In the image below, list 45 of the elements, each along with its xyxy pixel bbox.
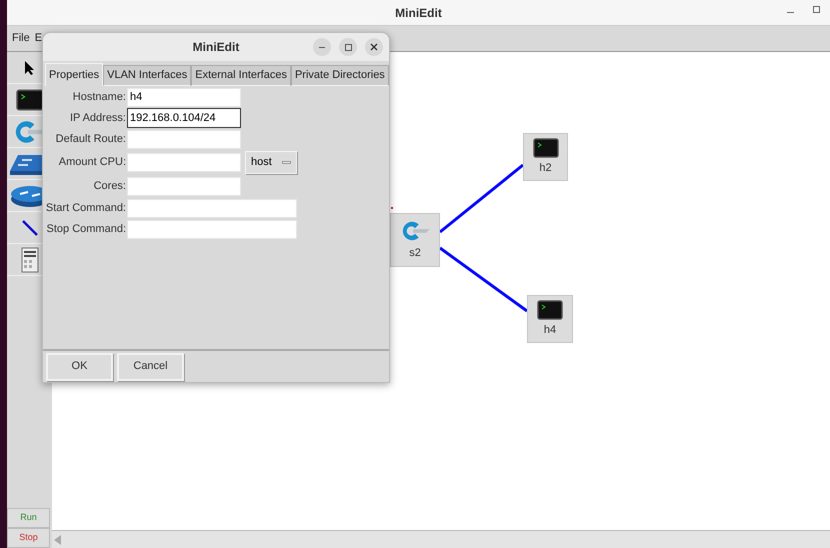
field-label: Stop Command: [46, 222, 127, 237]
node-label: h4 [544, 322, 556, 338]
close-icon [370, 43, 378, 51]
menu-item[interactable]: File [12, 30, 30, 47]
text-field[interactable] [127, 198, 297, 218]
tab[interactable]: Private Directories [290, 65, 389, 86]
close-button[interactable] [365, 38, 383, 56]
menu-item[interactable]: E [34, 30, 42, 47]
option-menu[interactable]: host [245, 151, 297, 174]
tab[interactable]: External Interfaces [191, 65, 291, 86]
switch-node[interactable]: s2 [390, 213, 440, 267]
line-icon [20, 218, 38, 236]
dialog-button[interactable]: OK [46, 352, 113, 380]
terminal-icon [16, 88, 44, 110]
node-label: h2 [539, 160, 552, 176]
field-label: Start Command: [44, 200, 127, 216]
field-label: Hostname: [72, 90, 127, 105]
field-label: Cores: [92, 179, 127, 194]
scroll-left-icon[interactable] [54, 534, 61, 544]
option-indicator-icon [282, 161, 291, 164]
maximize-icon[interactable] [813, 6, 820, 13]
pointer-icon [24, 60, 36, 76]
node-label: s2 [409, 246, 421, 261]
dialog-button[interactable]: Cancel [117, 352, 184, 380]
field-label: Amount CPU: [58, 155, 127, 170]
window-title: MiniEdit [395, 4, 442, 22]
text-field[interactable]: h4 [127, 88, 241, 106]
field-label: IP Address: [68, 110, 127, 126]
text-field[interactable] [127, 153, 241, 172]
text-field[interactable]: 192.168.0.104/24 [127, 108, 241, 128]
host-node[interactable]: h4 [527, 295, 573, 343]
scrollbar[interactable] [52, 530, 830, 548]
server-icon [20, 246, 38, 272]
tab[interactable]: VLAN Interfaces [103, 65, 192, 86]
stop-button[interactable]: Stop [7, 528, 50, 548]
text-field[interactable] [127, 130, 241, 148]
text-field[interactable] [127, 220, 297, 238]
terminal-icon [532, 138, 558, 158]
maximize-button[interactable] [339, 38, 357, 56]
terminal-icon [537, 300, 563, 320]
text-field[interactable] [127, 177, 241, 196]
tab[interactable]: Properties [45, 63, 104, 86]
dialog-title: MiniEdit [192, 39, 240, 56]
field-label: Default Route: [54, 132, 127, 147]
host-node[interactable]: h2 [523, 133, 568, 181]
